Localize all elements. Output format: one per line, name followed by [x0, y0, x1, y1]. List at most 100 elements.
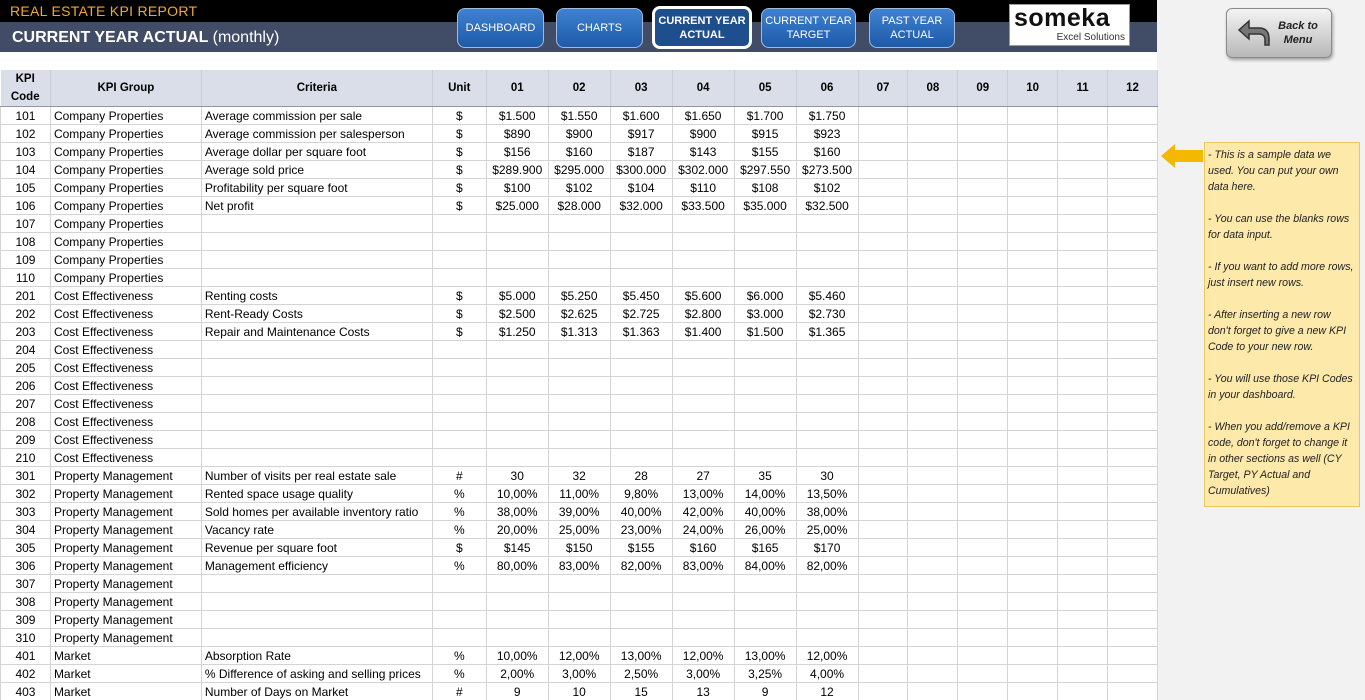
criteria-cell[interactable]: Rent-Ready Costs: [200, 304, 433, 323]
month-value-cell[interactable]: [733, 214, 797, 233]
empty-month-cell[interactable]: [957, 286, 1009, 305]
month-value-cell[interactable]: [485, 430, 549, 449]
month-value-cell[interactable]: $2.800: [671, 304, 735, 323]
month-value-cell[interactable]: [485, 574, 549, 593]
empty-month-cell[interactable]: [857, 682, 909, 700]
empty-month-cell[interactable]: [1007, 610, 1059, 629]
kpi-group-cell[interactable]: Cost Effectiveness: [49, 286, 202, 305]
month-value-cell[interactable]: [547, 448, 611, 467]
month-value-cell[interactable]: [547, 430, 611, 449]
month-value-cell[interactable]: [609, 394, 673, 413]
kpi-code-cell[interactable]: 309: [0, 610, 51, 629]
empty-month-cell[interactable]: [857, 142, 909, 161]
month-value-cell[interactable]: [795, 376, 859, 395]
unit-cell[interactable]: [431, 628, 487, 647]
kpi-code-cell[interactable]: 102: [0, 124, 51, 143]
month-value-cell[interactable]: $915: [733, 124, 797, 143]
month-value-cell[interactable]: 13,50%: [795, 484, 859, 503]
month-value-cell[interactable]: 3,25%: [733, 664, 797, 683]
empty-month-cell[interactable]: [857, 250, 909, 269]
empty-month-cell[interactable]: [1057, 502, 1108, 521]
empty-month-cell[interactable]: [1057, 196, 1108, 215]
empty-month-cell[interactable]: [1007, 592, 1059, 611]
month-value-cell[interactable]: $1.313: [547, 322, 611, 341]
unit-cell[interactable]: [431, 232, 487, 251]
month-value-cell[interactable]: [733, 574, 797, 593]
month-value-cell[interactable]: 28: [609, 466, 673, 485]
empty-month-cell[interactable]: [1107, 538, 1158, 557]
empty-month-cell[interactable]: [1007, 412, 1059, 431]
empty-month-cell[interactable]: [957, 664, 1009, 683]
month-value-cell[interactable]: [485, 394, 549, 413]
empty-month-cell[interactable]: [957, 376, 1009, 395]
unit-cell[interactable]: [431, 394, 487, 413]
empty-month-cell[interactable]: [1107, 268, 1158, 287]
kpi-group-cell[interactable]: Company Properties: [49, 232, 202, 251]
unit-cell[interactable]: [431, 358, 487, 377]
month-value-cell[interactable]: 2,00%: [485, 664, 549, 683]
month-value-cell[interactable]: [795, 610, 859, 629]
empty-month-cell[interactable]: [857, 646, 909, 665]
empty-month-cell[interactable]: [1107, 610, 1158, 629]
month-value-cell[interactable]: [485, 268, 549, 287]
kpi-group-cell[interactable]: Property Management: [49, 502, 202, 521]
empty-month-cell[interactable]: [907, 106, 959, 125]
month-value-cell[interactable]: $160: [795, 142, 859, 161]
kpi-code-cell[interactable]: 206: [0, 376, 51, 395]
empty-month-cell[interactable]: [1107, 214, 1158, 233]
kpi-code-cell[interactable]: 301: [0, 466, 51, 485]
kpi-code-cell[interactable]: 207: [0, 394, 51, 413]
criteria-cell[interactable]: [200, 574, 433, 593]
empty-month-cell[interactable]: [1057, 538, 1108, 557]
month-value-cell[interactable]: [671, 214, 735, 233]
empty-month-cell[interactable]: [857, 520, 909, 539]
empty-month-cell[interactable]: [907, 214, 959, 233]
month-value-cell[interactable]: 12,00%: [671, 646, 735, 665]
month-value-cell[interactable]: 25,00%: [547, 520, 611, 539]
month-value-cell[interactable]: $35.000: [733, 196, 797, 215]
kpi-group-cell[interactable]: Company Properties: [49, 214, 202, 233]
month-value-cell[interactable]: $1.400: [671, 322, 735, 341]
month-value-cell[interactable]: [733, 358, 797, 377]
criteria-cell[interactable]: Average dollar per square foot: [200, 142, 433, 161]
criteria-cell[interactable]: Repair and Maintenance Costs: [200, 322, 433, 341]
empty-month-cell[interactable]: [857, 664, 909, 683]
empty-month-cell[interactable]: [1107, 232, 1158, 251]
empty-month-cell[interactable]: [1057, 214, 1108, 233]
kpi-group-cell[interactable]: Property Management: [49, 484, 202, 503]
empty-month-cell[interactable]: [1007, 466, 1059, 485]
unit-cell[interactable]: %: [431, 520, 487, 539]
empty-month-cell[interactable]: [1057, 646, 1108, 665]
unit-cell[interactable]: $: [431, 286, 487, 305]
empty-month-cell[interactable]: [1057, 250, 1108, 269]
empty-month-cell[interactable]: [957, 124, 1009, 143]
criteria-cell[interactable]: Average sold price: [200, 160, 433, 179]
kpi-group-cell[interactable]: Cost Effectiveness: [49, 304, 202, 323]
kpi-group-cell[interactable]: Property Management: [49, 466, 202, 485]
kpi-code-cell[interactable]: 307: [0, 574, 51, 593]
empty-month-cell[interactable]: [857, 610, 909, 629]
month-value-cell[interactable]: [795, 448, 859, 467]
month-value-cell[interactable]: $108: [733, 178, 797, 197]
empty-month-cell[interactable]: [907, 646, 959, 665]
month-value-cell[interactable]: 80,00%: [485, 556, 549, 575]
empty-month-cell[interactable]: [1007, 196, 1059, 215]
empty-month-cell[interactable]: [857, 214, 909, 233]
charts-button[interactable]: CHARTS: [556, 8, 643, 48]
month-value-cell[interactable]: [733, 430, 797, 449]
month-value-cell[interactable]: [671, 412, 735, 431]
criteria-cell[interactable]: Management efficiency: [200, 556, 433, 575]
month-value-cell[interactable]: $1.500: [733, 322, 797, 341]
empty-month-cell[interactable]: [1107, 646, 1158, 665]
month-value-cell[interactable]: 24,00%: [671, 520, 735, 539]
kpi-group-cell[interactable]: Property Management: [49, 556, 202, 575]
empty-month-cell[interactable]: [907, 286, 959, 305]
month-value-cell[interactable]: 30: [795, 466, 859, 485]
month-value-cell[interactable]: $1.650: [671, 106, 735, 125]
month-value-cell[interactable]: $890: [485, 124, 549, 143]
month-value-cell[interactable]: $1.600: [609, 106, 673, 125]
kpi-group-cell[interactable]: Cost Effectiveness: [49, 448, 202, 467]
empty-month-cell[interactable]: [1107, 322, 1158, 341]
month-value-cell[interactable]: [609, 376, 673, 395]
empty-month-cell[interactable]: [1107, 178, 1158, 197]
